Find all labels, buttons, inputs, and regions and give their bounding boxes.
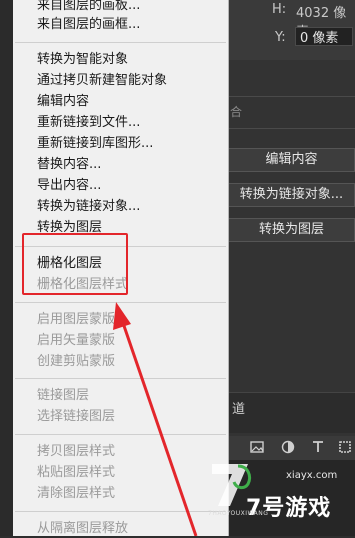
menu-item-clear-layer-style[interactable]: 清除图层样式 [37, 485, 115, 503]
layers-panel-tabs [228, 392, 355, 433]
menu-item-link-layers[interactable]: 链接图层 [37, 387, 89, 405]
menu-item-enable-layer-mask[interactable]: 启用图层蒙版 [37, 311, 115, 329]
menu-item-relink-to-file[interactable]: 重新链接到文件... [37, 114, 140, 132]
watermark-brand: 7号游戏 [246, 496, 332, 521]
menu-item-export-contents[interactable]: 导出内容... [37, 177, 101, 195]
edit-contents-button[interactable]: 编辑内容 [228, 148, 355, 172]
menu-item-convert-smart-object[interactable]: 转换为智能对象 [37, 51, 128, 69]
menu-item-artboard-from-layers[interactable]: 来自图层的画板... [37, 0, 140, 15]
menu-item-copy-layer-style[interactable]: 拷贝图层样式 [37, 443, 115, 461]
menu-item-relink-to-library[interactable]: 重新链接到库图形... [37, 135, 153, 153]
menu-item-enable-vector-mask[interactable]: 启用矢量蒙版 [37, 332, 115, 350]
left-edge-strip [0, 0, 13, 536]
watermark-url: xiayx.com [286, 470, 338, 481]
menu-separator [15, 434, 226, 435]
y-field[interactable]: 0 像素 [295, 27, 353, 46]
menu-item-convert-to-linked[interactable]: 转换为链接对象... [37, 198, 140, 216]
convert-to-layers-button[interactable]: 转换为图层 [228, 218, 355, 242]
watermark-small-text: 7HAOYOUXIWANG [208, 510, 269, 517]
y-label: Y: [275, 30, 286, 45]
panel-divider [228, 96, 355, 97]
menu-item-paste-layer-style[interactable]: 粘贴图层样式 [37, 464, 115, 482]
menu-item-release-from-isolation[interactable]: 从隔离图层释放 [37, 520, 128, 538]
text-icon[interactable] [311, 440, 325, 454]
h-label: H: [272, 2, 287, 17]
panel-divider [228, 128, 355, 129]
shape-icon[interactable] [338, 440, 352, 454]
menu-separator [15, 42, 226, 43]
image-icon[interactable] [250, 440, 264, 454]
menu-item-new-smart-object-via-copy[interactable]: 通过拷贝新建智能对象 [37, 72, 167, 90]
menu-item-frame-from-layers[interactable]: 来自图层的画框... [37, 16, 140, 34]
menu-separator [15, 378, 226, 379]
menu-item-create-clipping-mask[interactable]: 创建剪贴蒙版 [37, 353, 115, 371]
menu-item-select-linked-layers[interactable]: 选择链接图层 [37, 408, 115, 426]
menu-item-edit-contents[interactable]: 编辑内容 [37, 93, 89, 111]
menu-item-replace-contents[interactable]: 替换内容... [37, 156, 101, 174]
adjustment-icon[interactable] [281, 440, 295, 454]
section-title-fragment: 合 [230, 105, 243, 119]
convert-to-linked-button[interactable]: 转换为链接对象... [228, 183, 355, 207]
highlight-box [22, 233, 128, 295]
menu-separator [15, 511, 226, 512]
channels-tab-fragment[interactable]: 道 [232, 398, 245, 417]
menu-separator [15, 302, 226, 303]
